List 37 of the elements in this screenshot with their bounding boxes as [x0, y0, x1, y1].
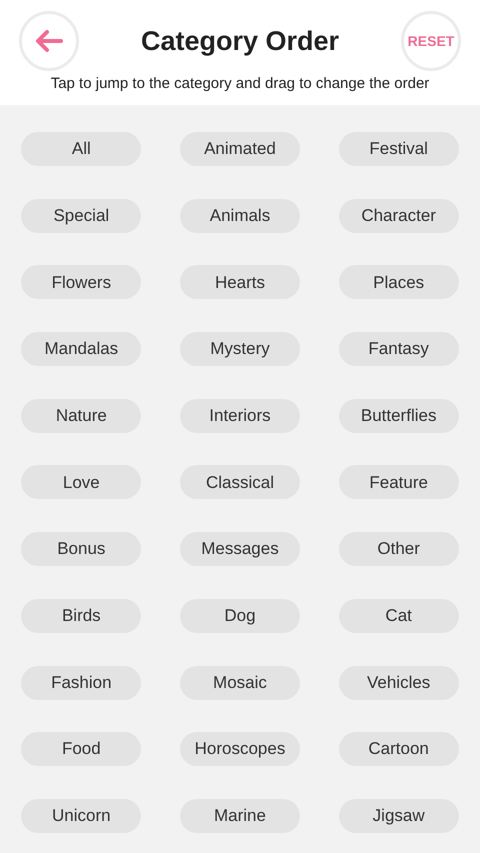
category-chip[interactable]: Vehicles: [338, 666, 459, 700]
category-chip[interactable]: Mystery: [180, 332, 300, 366]
category-chip[interactable]: Messages: [180, 532, 300, 566]
category-chip[interactable]: Feature: [338, 465, 459, 500]
category-chip[interactable]: Marine: [180, 798, 300, 833]
category-chip[interactable]: Birds: [21, 598, 142, 633]
category-chip[interactable]: Interiors: [180, 398, 300, 433]
category-chip[interactable]: Butterflies: [338, 398, 459, 433]
category-chip[interactable]: Nature: [21, 398, 142, 433]
category-chip[interactable]: Fashion: [21, 666, 142, 700]
category-chip[interactable]: Special: [21, 198, 142, 233]
category-chip[interactable]: Fantasy: [338, 332, 459, 366]
category-chip[interactable]: Mosaic: [180, 666, 300, 700]
category-chip[interactable]: Cartoon: [338, 732, 459, 766]
category-chip[interactable]: All: [21, 132, 142, 166]
instruction-text: Tap to jump to the category and drag to change the order: [50, 74, 430, 93]
category-chip[interactable]: Mandalas: [21, 332, 142, 366]
back-button[interactable]: [19, 11, 79, 71]
page-title: Category Order: [140, 24, 340, 58]
category-chip[interactable]: Festival: [338, 132, 459, 166]
category-chip[interactable]: Character: [338, 198, 459, 233]
category-chip[interactable]: Cat: [338, 598, 459, 633]
category-chip[interactable]: Animated: [180, 132, 300, 166]
category-chip[interactable]: Classical: [180, 465, 300, 500]
category-chip[interactable]: Dog: [180, 598, 300, 633]
category-chip[interactable]: Food: [21, 732, 142, 766]
category-chip[interactable]: Animals: [180, 198, 300, 233]
category-chip[interactable]: Jigsaw: [338, 798, 459, 833]
category-chip[interactable]: Unicorn: [21, 798, 142, 833]
category-chip[interactable]: Flowers: [21, 265, 142, 300]
category-chip[interactable]: Places: [338, 265, 459, 300]
category-chip[interactable]: Love: [21, 465, 142, 500]
category-chip[interactable]: Hearts: [180, 265, 300, 300]
back-arrow-icon: [35, 29, 63, 53]
category-chip[interactable]: Horoscopes: [180, 732, 300, 766]
category-chip[interactable]: Bonus: [21, 532, 142, 566]
category-chip[interactable]: Other: [338, 532, 459, 566]
